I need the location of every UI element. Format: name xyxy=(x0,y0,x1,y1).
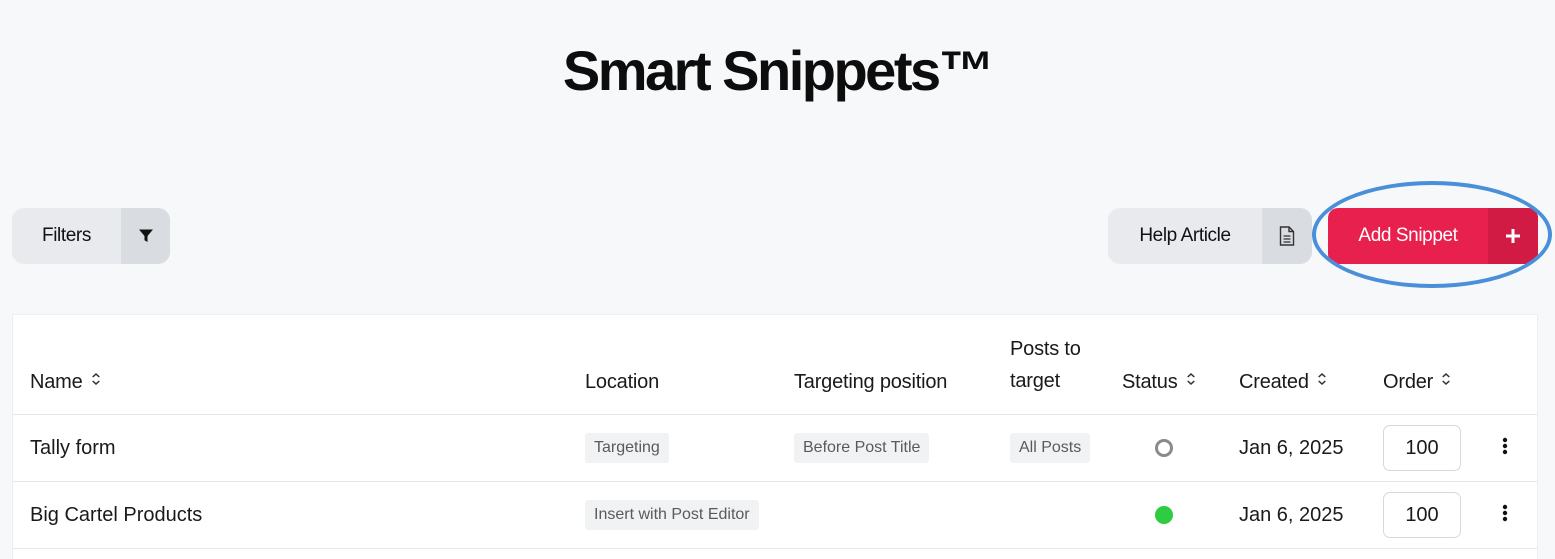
table-header-row: Name Location Targeting position Posts t… xyxy=(13,315,1537,415)
snippet-name[interactable]: Tally form xyxy=(30,415,116,481)
column-header-label: Status xyxy=(1122,371,1178,393)
column-header-label: Name xyxy=(30,371,83,393)
row-actions-cell xyxy=(1502,482,1508,548)
posts-to-target-tag: All Posts xyxy=(1010,433,1091,463)
targeting-position-cell: Before Post Title xyxy=(794,415,930,481)
column-header-targeting-position: Targeting position xyxy=(794,366,947,398)
location-tag: Targeting xyxy=(585,433,669,463)
status-inactive-icon[interactable] xyxy=(1155,439,1173,457)
snippet-name[interactable]: Big Cartel Products xyxy=(30,482,202,548)
help-article-label: Help Article xyxy=(1139,225,1231,246)
location-cell: Targeting xyxy=(585,415,669,481)
sort-icon xyxy=(90,366,101,398)
column-header-label-line1: Posts to xyxy=(1010,338,1081,360)
status-cell[interactable] xyxy=(1155,415,1173,481)
smart-snippets-page: Smart Snippets™ Filters Help Article Add… xyxy=(0,0,1555,559)
column-header-label: Order xyxy=(1383,371,1434,393)
targeting-position-tag: Before Post Title xyxy=(794,433,930,463)
help-article-button[interactable]: Help Article xyxy=(1108,208,1312,264)
more-options-icon[interactable] xyxy=(1502,504,1508,526)
table-row[interactable]: Big Cartel Products Insert with Post Edi… xyxy=(13,482,1537,549)
snippets-table: Name Location Targeting position Posts t… xyxy=(12,314,1538,559)
funnel-icon xyxy=(121,208,170,264)
created-date: Jan 6, 2025 xyxy=(1239,436,1344,459)
created-date: Jan 6, 2025 xyxy=(1239,503,1344,526)
column-header-status[interactable]: Status xyxy=(1122,366,1196,398)
posts-to-target-cell: All Posts xyxy=(1010,415,1091,481)
location-cell: Insert with Post Editor xyxy=(585,482,759,548)
sort-icon xyxy=(1316,366,1327,398)
filters-button[interactable]: Filters xyxy=(12,208,170,264)
sort-icon xyxy=(1441,366,1452,398)
add-snippet-label: Add Snippet xyxy=(1358,225,1458,246)
status-active-icon[interactable] xyxy=(1155,506,1173,524)
table-row[interactable]: Tally form Targeting Before Post Title A… xyxy=(13,415,1537,482)
order-input[interactable] xyxy=(1383,425,1461,471)
more-options-icon[interactable] xyxy=(1502,437,1508,459)
column-header-created[interactable]: Created xyxy=(1239,366,1327,398)
column-header-order[interactable]: Order xyxy=(1383,366,1451,398)
row-actions-cell xyxy=(1502,415,1508,481)
column-header-location: Location xyxy=(585,366,659,398)
column-header-posts-to-target: Posts to target xyxy=(1010,333,1081,397)
order-cell xyxy=(1383,482,1461,548)
sort-icon xyxy=(1185,366,1196,398)
column-header-label: Created xyxy=(1239,371,1309,393)
plus-icon xyxy=(1488,208,1538,264)
document-icon xyxy=(1262,208,1312,264)
column-header-name[interactable]: Name xyxy=(30,366,101,398)
status-cell[interactable] xyxy=(1155,482,1173,548)
column-header-label-line2: target xyxy=(1010,370,1060,392)
order-cell xyxy=(1383,415,1461,481)
add-snippet-button[interactable]: Add Snippet xyxy=(1328,208,1538,264)
column-header-label: Targeting position xyxy=(794,371,948,393)
filters-label: Filters xyxy=(42,225,91,246)
order-input[interactable] xyxy=(1383,492,1461,538)
page-title: Smart Snippets™ xyxy=(562,39,995,102)
location-tag: Insert with Post Editor xyxy=(585,500,759,530)
column-header-label: Location xyxy=(585,371,660,393)
